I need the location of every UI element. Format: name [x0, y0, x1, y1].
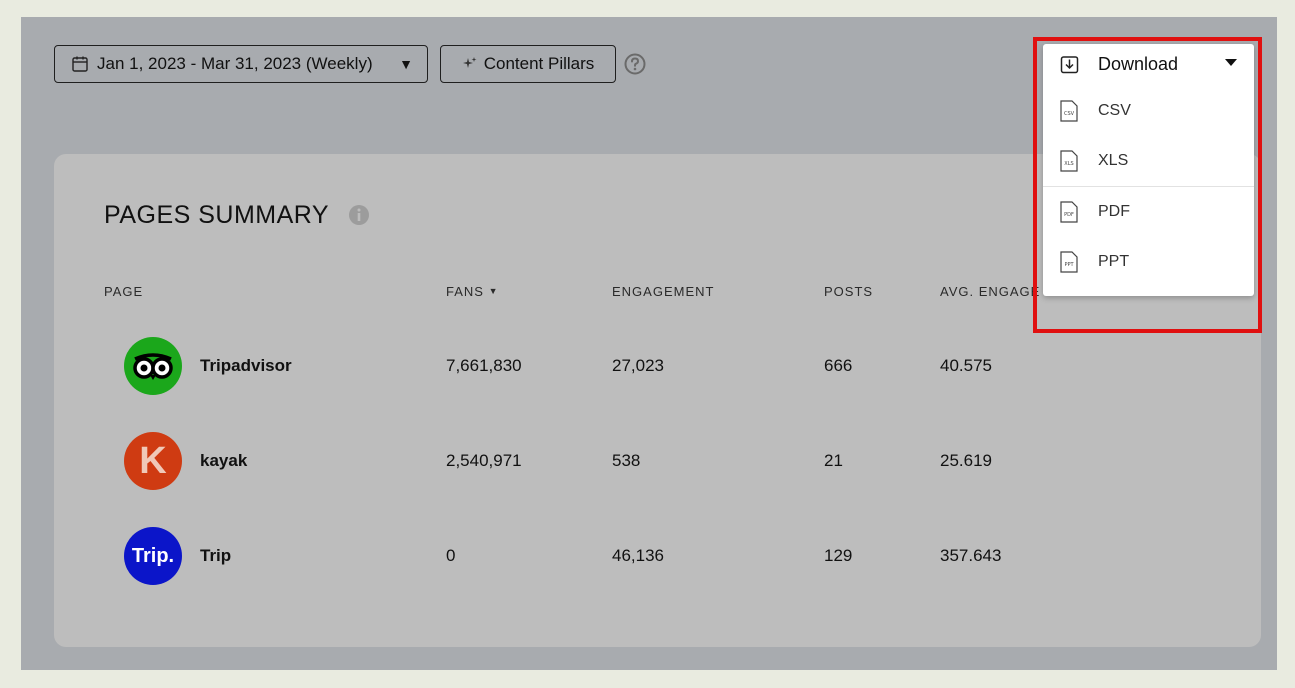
engagement-value: 538 [612, 451, 641, 470]
date-range-label: Jan 1, 2023 - Mar 31, 2023 (Weekly) [97, 54, 373, 73]
column-header-posts: POSTS [824, 284, 874, 299]
engagement-value: 46,136 [612, 546, 664, 565]
tripadvisor-logo [124, 337, 182, 395]
kayak-logo-text: K [139, 439, 167, 482]
help-icon[interactable] [624, 53, 646, 75]
info-icon[interactable] [348, 204, 370, 226]
posts-value: 129 [824, 546, 853, 565]
card-title: PAGES SUMMARY [104, 201, 330, 229]
table-row[interactable]: K kayak 2,540,971 538 21 25.619 [54, 431, 1261, 491]
column-header-avg-engagement: AVG. ENGAGE [940, 284, 1041, 299]
fans-header-label: FANS [446, 284, 484, 299]
trip-logo-text: Trip. [131, 544, 175, 567]
fans-value: 0 [446, 546, 456, 565]
column-header-engagement: ENGAGEMENT [612, 284, 715, 299]
fans-value: 7,661,830 [446, 356, 522, 375]
table-row[interactable]: Trip. Trip 0 46,136 129 357.643 [54, 526, 1261, 586]
table-row[interactable]: Tripadvisor 7,661,830 27,023 666 40.575 [54, 336, 1261, 396]
owl-icon [133, 353, 173, 380]
highlight-box [1033, 37, 1262, 333]
engagement-value: 27,023 [612, 356, 664, 375]
page-name: Trip [200, 546, 232, 565]
trip-logo: Trip. [124, 527, 182, 585]
page-name: kayak [200, 451, 248, 470]
date-range-picker[interactable]: Jan 1, 2023 - Mar 31, 2023 (Weekly) ▼ [54, 45, 428, 83]
kayak-logo: K [124, 432, 182, 490]
caret-down-icon: ▼ [399, 56, 413, 72]
avg-engagement-value: 25.619 [940, 451, 992, 470]
avg-engagement-value: 357.643 [940, 546, 1002, 565]
content-pillars-button[interactable]: Content Pillars [440, 45, 616, 83]
calendar-icon [72, 56, 88, 72]
content-pillars-label: Content Pillars [483, 54, 595, 73]
column-header-fans[interactable]: FANS ▼ [446, 284, 499, 299]
avg-engagement-value: 40.575 [940, 356, 992, 375]
column-header-page: PAGE [104, 284, 144, 299]
sort-desc-icon: ▼ [488, 286, 499, 296]
posts-value: 21 [824, 451, 843, 470]
sparkle-icon [462, 57, 477, 68]
posts-value: 666 [824, 356, 853, 375]
fans-value: 2,540,971 [446, 451, 522, 470]
page-name: Tripadvisor [200, 356, 292, 375]
